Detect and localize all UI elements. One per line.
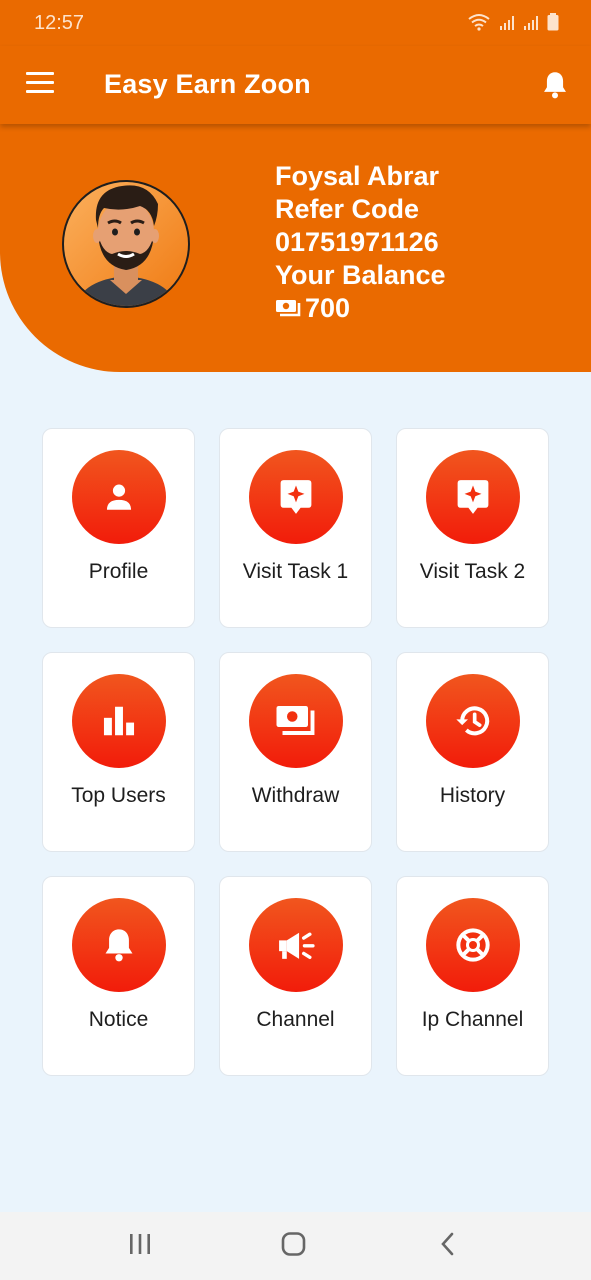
visit-task-1-card[interactable]: Visit Task 1 — [219, 428, 372, 628]
refer-code-label: Refer Code — [275, 194, 420, 224]
balance-value: 700 — [305, 293, 351, 323]
app-bar: Easy Earn Zoon — [0, 46, 591, 124]
card-label: Visit Task 1 — [242, 560, 349, 583]
card-label: Top Users — [71, 784, 166, 807]
card-label: Notice — [88, 1008, 149, 1031]
signal-icon — [500, 16, 514, 30]
card-label: Withdraw — [251, 784, 340, 807]
signal-icon — [524, 16, 538, 30]
wifi-icon — [468, 14, 490, 31]
top-users-card[interactable]: Top Users — [42, 652, 195, 852]
card-label: Visit Task 2 — [419, 560, 526, 583]
history-icon — [456, 706, 490, 736]
user-name: Foysal Abrar — [275, 161, 440, 191]
recent-apps-icon[interactable] — [128, 1230, 152, 1258]
ip-channel-card[interactable]: Ip Channel — [396, 876, 549, 1076]
back-icon[interactable] — [436, 1230, 460, 1258]
history-card[interactable]: History — [396, 652, 549, 852]
lifebuoy-icon — [456, 928, 490, 962]
status-bar: 12:57 — [0, 0, 591, 46]
system-nav-bar — [0, 1212, 591, 1280]
visit-task-2-card[interactable]: Visit Task 2 — [396, 428, 549, 628]
cash-icon — [276, 706, 315, 735]
battery-icon — [547, 13, 559, 31]
withdraw-card[interactable]: Withdraw — [219, 652, 372, 852]
channel-card[interactable]: Channel — [219, 876, 372, 1076]
home-icon[interactable] — [280, 1230, 308, 1258]
bell-icon[interactable] — [541, 70, 569, 100]
card-label: Profile — [88, 560, 149, 583]
status-icons — [467, 13, 559, 31]
user-info: Foysal Abrar Refer Code 01751971126 Your… — [275, 160, 446, 325]
cash-icon — [276, 299, 301, 316]
megaphone-icon — [279, 932, 315, 959]
balance-row: 700 — [275, 292, 446, 325]
status-time: 12:57 — [34, 12, 85, 34]
bell-icon — [105, 929, 133, 962]
refer-code-value: 01751971126 — [275, 227, 439, 257]
card-label: History — [439, 784, 506, 807]
avatar — [62, 180, 190, 308]
sparkle-badge-icon — [280, 480, 312, 514]
balance-label: Your Balance — [275, 260, 446, 290]
profile-header: Foysal Abrar Refer Code 01751971126 Your… — [0, 124, 591, 372]
app-title: Easy Earn Zoon — [104, 69, 311, 99]
card-label: Ip Channel — [421, 1008, 524, 1031]
hamburger-menu-icon[interactable] — [26, 72, 54, 94]
sparkle-badge-icon — [457, 480, 489, 514]
notice-card[interactable]: Notice — [42, 876, 195, 1076]
profile-card[interactable]: Profile — [42, 428, 195, 628]
person-icon — [106, 484, 132, 510]
menu-grid: Profile Visit Task 1 Visit Task 2 Top Us… — [42, 428, 549, 1076]
card-label: Channel — [256, 1008, 335, 1031]
bar-chart-icon — [103, 706, 135, 736]
